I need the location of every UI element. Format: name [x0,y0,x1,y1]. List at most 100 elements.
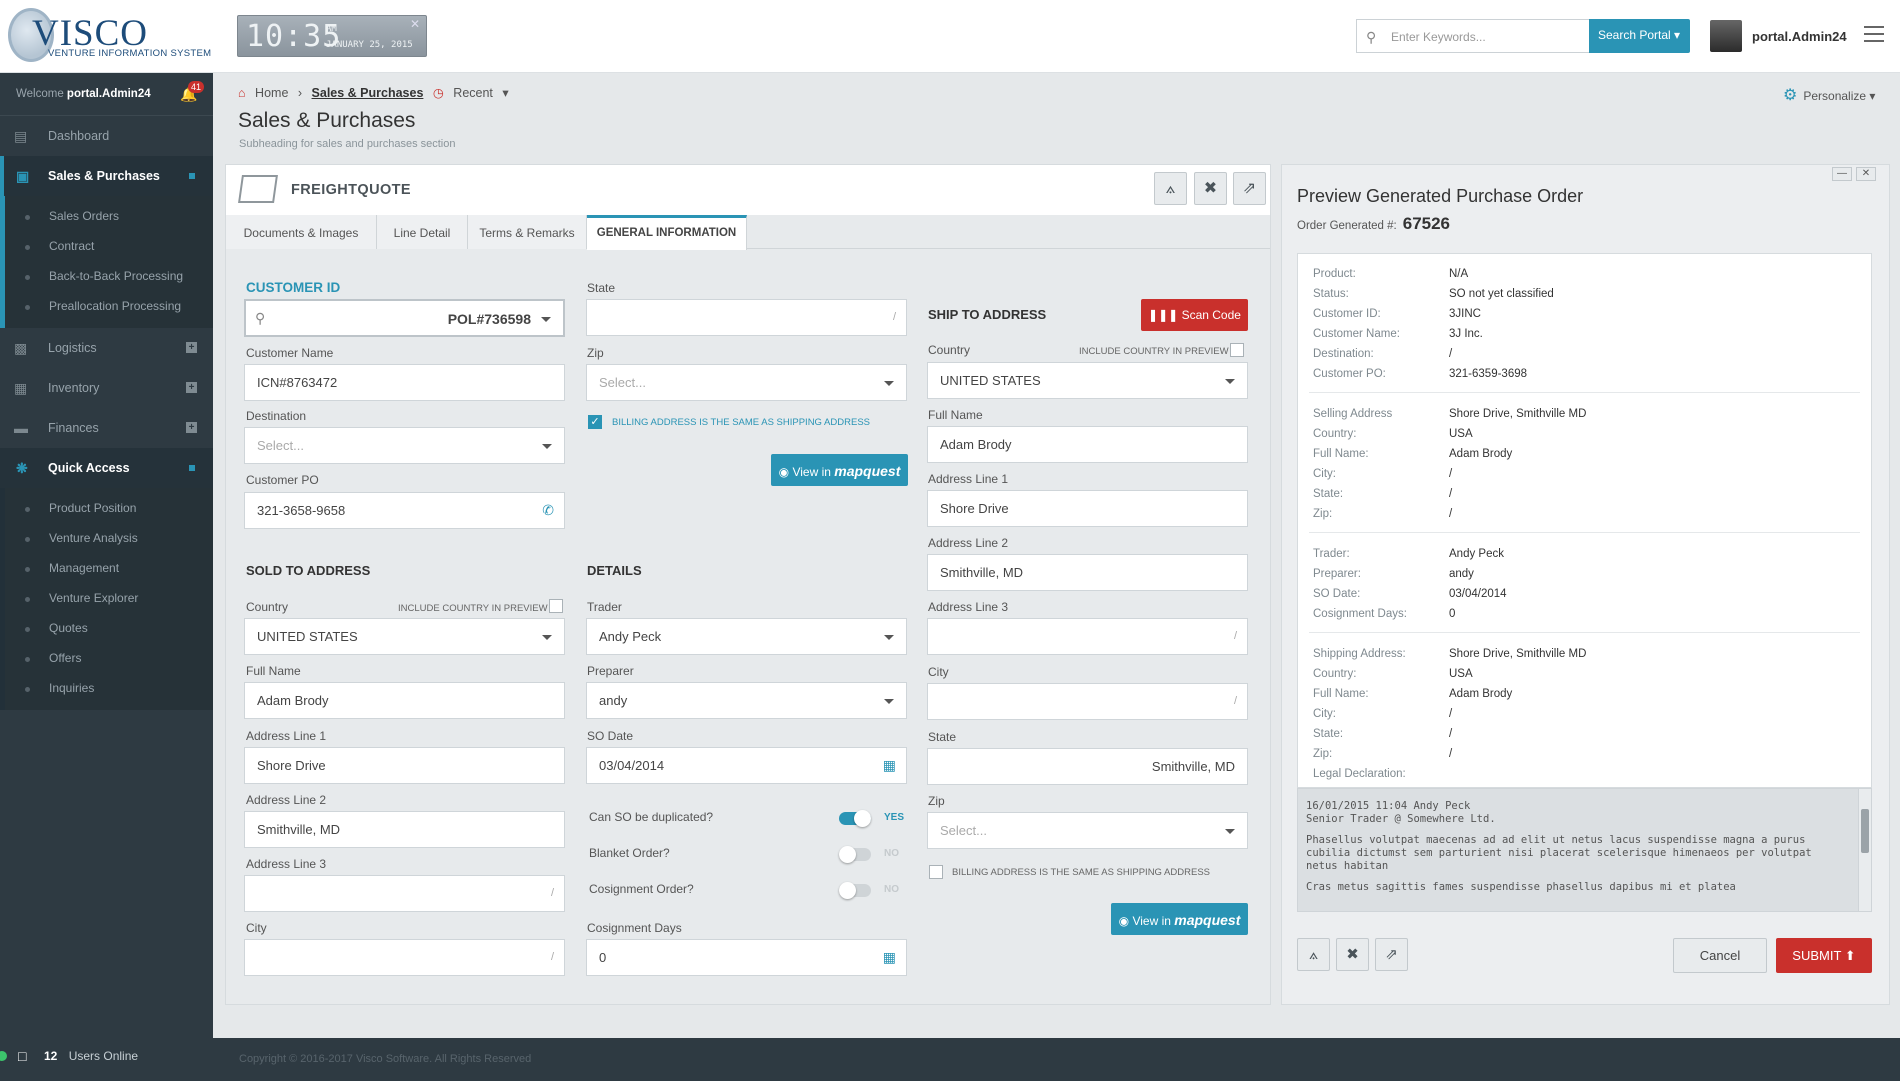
sidebar-item-sales-orders[interactable]: Sales Orders [5,202,213,232]
blanket-toggle[interactable] [839,846,871,863]
preview-value: 3J Inc. [1449,328,1483,340]
pdf-export-button[interactable]: ⟑ [1154,172,1187,205]
sidebar-item-quick-access[interactable]: ❋ Quick Access [0,448,213,488]
trader-select[interactable]: Andy Peck [586,618,907,655]
breadcrumb-recent[interactable]: Recent [453,86,493,100]
expand-icon[interactable]: + [186,422,197,433]
sidebar-item-offers[interactable]: Offers [5,644,213,674]
sidebar-item-quotes[interactable]: Quotes [5,614,213,644]
expand-icon[interactable]: + [186,382,197,393]
home-icon[interactable]: ⌂ [238,86,246,100]
pdf-export-button[interactable]: ⟑ [1297,938,1330,971]
caret-down-icon[interactable]: ▾ [502,86,508,100]
hamburger-menu-icon[interactable] [1864,26,1884,47]
visco-logo[interactable]: VISCO VENTURE INFORMATION SYSTEM [8,8,211,66]
sold-addr2-field[interactable]: Smithville, MD [244,811,565,848]
sold-country-label: Country [246,600,289,614]
ship-include-country-checkbox[interactable] [1230,343,1244,357]
sold-addr1-field[interactable]: Shore Drive [244,747,565,784]
customer-name-field[interactable]: ICN#8763472 [244,364,565,401]
sidebar-item-sales-purchases[interactable]: ▣ Sales & Purchases [0,156,213,196]
sidebar-item-product-position[interactable]: Product Position [5,494,213,524]
expand-icon[interactable]: + [186,342,197,353]
ship-zip-select[interactable]: Select... [927,812,1248,849]
ship-city-field[interactable]: / [927,683,1248,720]
customer-po-field[interactable]: 321-3658-9658 ✆ [244,492,565,529]
sold-full-name-value: Adam Brody [257,693,329,708]
sold-country-select[interactable]: UNITED STATES [244,618,565,655]
ship-addr1-label: Address Line 1 [928,472,1009,486]
sold-addr3-field[interactable]: / [244,875,565,912]
scan-code-button[interactable]: ❚❚❚ Scan Code [1141,299,1248,331]
consign-days-field[interactable]: 0 ▦ [586,939,907,976]
tab-terms-remarks[interactable]: Terms & Remarks [468,215,587,249]
sidebar-item-contract[interactable]: Contract [5,232,213,262]
sidebar-item-dashboard[interactable]: ▤ Dashboard [0,116,213,156]
cancel-button[interactable]: Cancel [1673,938,1767,973]
order-generated: Order Generated #: 67526 [1297,214,1450,234]
ship-billing-same-checkbox[interactable] [929,865,943,879]
close-icon[interactable]: ✕ [1856,167,1876,181]
open-external-button[interactable]: ⇗ [1375,938,1408,971]
billing-same-checkbox[interactable]: ✓ [588,415,602,429]
open-external-button[interactable]: ⇗ [1233,172,1266,205]
active-dot-icon [189,173,195,179]
legal-declaration-text[interactable]: 16/01/2015 11:04 Andy Peck Senior Trader… [1297,788,1872,912]
breadcrumb-current[interactable]: Sales & Purchases [312,86,424,100]
sidebar-item-finances[interactable]: ▬ Finances + [0,408,213,448]
excel-export-button[interactable]: ✖ [1194,172,1227,205]
customer-id-select[interactable]: ⚲ POL#736598 [244,299,565,337]
personalize-button[interactable]: ⚙ Personalize ▾ [1783,85,1875,105]
users-online[interactable]: □ 12 Users Online [0,1034,213,1081]
mapquest-label: mapquest [834,463,901,479]
ship-state-field[interactable]: Smithville, MD [927,748,1248,785]
submit-button[interactable]: SUBMIT ⬆ [1776,938,1872,973]
ship-addr2-value: Smithville, MD [940,565,1024,580]
ship-country-select[interactable]: UNITED STATES [927,362,1248,399]
destination-select[interactable]: Select... [244,427,565,464]
zip-select[interactable]: Select... [586,364,907,401]
so-date-field[interactable]: 03/04/2014 ▦ [586,747,907,784]
tab-general-information[interactable]: GENERAL INFORMATION [587,215,747,250]
sidebar-item-back-to-back[interactable]: Back-to-Back Processing [5,262,213,292]
sidebar-item-venture-analysis[interactable]: Venture Analysis [5,524,213,554]
clock-icon: ◷ [432,86,444,100]
sidebar-item-inquiries[interactable]: Inquiries [5,674,213,704]
sold-include-country-checkbox[interactable] [549,599,563,613]
sidebar-item-label: Inventory [48,381,100,395]
tab-line-detail[interactable]: Line Detail [377,215,468,249]
breadcrumb-home[interactable]: Home [255,86,288,100]
sidebar-item-venture-explorer[interactable]: Venture Explorer [5,584,213,614]
ship-addr1-field[interactable]: Shore Drive [927,490,1248,527]
so-date-value: 03/04/2014 [599,758,665,773]
state-field[interactable]: / [586,299,907,336]
ship-full-name-field[interactable]: Adam Brody [927,426,1248,463]
search-portal-button[interactable]: Search Portal ▾ [1589,19,1690,53]
sidebar-item-preallocation[interactable]: Preallocation Processing [5,292,213,322]
sidebar-item-logistics[interactable]: ▩ Logistics + [0,328,213,368]
calendar-icon[interactable]: ▦ [883,757,896,774]
preview-value: USA [1449,428,1473,440]
sold-city-field[interactable]: / [244,939,565,976]
excel-export-button[interactable]: ✖ [1336,938,1369,971]
user-name[interactable]: portal.Admin24 [1752,29,1847,44]
close-icon[interactable]: ✕ [410,17,420,31]
ship-view-mapquest-button[interactable]: ◉ View in mapquest [1111,903,1248,935]
consign-toggle[interactable] [839,882,871,899]
sold-full-name-field[interactable]: Adam Brody [244,682,565,719]
ship-addr2-field[interactable]: Smithville, MD [927,554,1248,591]
duplicate-toggle[interactable] [839,810,871,827]
tab-documents-images[interactable]: Documents & Images [226,215,377,249]
calendar-icon[interactable]: ▦ [883,949,896,966]
scrollbar[interactable] [1858,789,1871,911]
sidebar-item-management[interactable]: Management [5,554,213,584]
minimize-icon[interactable]: — [1832,167,1852,181]
billing-same-label: BILLING ADDRESS IS THE SAME AS SHIPPING … [612,417,870,428]
blanket-toggle-state: NO [884,848,899,859]
view-mapquest-button[interactable]: ◉ View in mapquest [771,454,908,486]
avatar[interactable] [1710,20,1742,52]
sidebar-item-inventory[interactable]: ▦ Inventory + [0,368,213,408]
ship-addr3-field[interactable]: / [927,618,1248,655]
preparer-select[interactable]: andy [586,682,907,719]
search-input[interactable]: ⚲ Enter Keywords... [1356,19,1589,53]
